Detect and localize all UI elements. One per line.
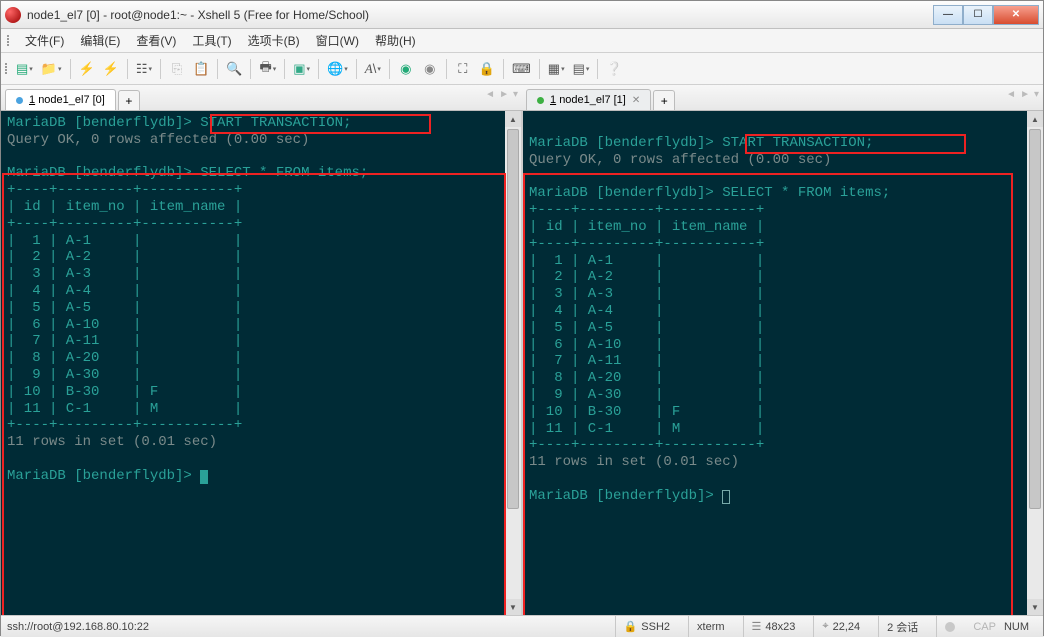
status-num: NUM (1004, 621, 1029, 633)
menu-edit[interactable]: 编辑(E) (72, 30, 128, 51)
lock-icon: 🔒 (624, 620, 638, 633)
app-icon (5, 7, 21, 23)
tile-icon[interactable]: ▦▾ (545, 58, 568, 80)
terminal-panes: MariaDB [benderflydb]> START TRANSACTION… (1, 111, 1043, 615)
status-indicators: CAP NUM (936, 616, 1037, 637)
lock-icon[interactable]: 🔒 (476, 58, 498, 80)
tab-close-icon[interactable]: ✕ (632, 95, 640, 106)
add-tab-button[interactable]: + (653, 90, 675, 110)
tab-next-icon[interactable]: ► (499, 89, 509, 100)
tab-label: 1 node1_el7 [0] (29, 94, 105, 106)
close-button[interactable] (993, 5, 1039, 25)
paste-icon[interactable]: 📋 (190, 58, 212, 80)
scrollbar[interactable]: ▲ ▼ (1027, 111, 1043, 615)
fullscreen-icon[interactable]: ⛶ (452, 58, 474, 80)
tab-status-dot-icon (537, 97, 544, 104)
menubar: 文件(F) 编辑(E) 查看(V) 工具(T) 选项卡(B) 窗口(W) 帮助(… (1, 29, 1043, 53)
status-sessions: 2 会话 (878, 616, 926, 637)
minimize-button[interactable] (933, 5, 963, 25)
menu-tool[interactable]: 工具(T) (184, 30, 239, 51)
scroll-down-icon[interactable]: ▼ (1027, 599, 1043, 615)
new-session-icon[interactable]: ▤▾ (13, 58, 36, 80)
tab-status-dot-icon (16, 97, 23, 104)
status-connection: ssh://root@192.168.80.10:22 (7, 621, 149, 633)
status-size: ☰ 48x23 (743, 616, 804, 637)
window-title: node1_el7 [0] - root@node1:~ - Xshell 5 … (27, 8, 933, 22)
copy-icon[interactable]: ⎘ (166, 58, 188, 80)
menu-view[interactable]: 查看(V) (128, 30, 184, 51)
tab-menu-icon[interactable]: ▾ (1034, 89, 1039, 100)
terminal-pane-left[interactable]: MariaDB [benderflydb]> START TRANSACTION… (1, 111, 523, 615)
scroll-thumb[interactable] (507, 129, 519, 509)
right-tabstrip: 1 node1_el7 [1] ✕ + ◄ ► ▾ (522, 85, 1043, 111)
status-pos: ⌖ 22,24 (813, 616, 868, 637)
cascade-icon[interactable]: ▤▾ (570, 58, 593, 80)
menubar-grip[interactable] (7, 35, 13, 46)
tab-prev-icon[interactable]: ◄ (1006, 89, 1016, 100)
tab-prev-icon[interactable]: ◄ (485, 89, 495, 100)
menu-file[interactable]: 文件(F) (17, 30, 72, 51)
xftp-icon[interactable]: ▣▾ (290, 58, 313, 80)
toolbar-grip[interactable] (5, 63, 7, 74)
status-cap: CAP (973, 621, 996, 633)
keyboard-icon[interactable]: ⌨ (509, 58, 534, 80)
tabstrip-row: 1 node1_el7 [0] + ◄ ► ▾ 1 node1_el7 [1] ✕ … (1, 85, 1043, 111)
globe-icon[interactable]: 🌐▾ (324, 58, 351, 80)
find-icon[interactable]: 🔍 (223, 58, 245, 80)
terminal-pane-right[interactable]: MariaDB [benderflydb]> START TRANSACTION… (523, 111, 1043, 615)
status-term: xterm (688, 616, 733, 637)
scroll-up-icon[interactable]: ▲ (1027, 111, 1043, 127)
properties-icon[interactable]: ☷▾ (133, 58, 155, 80)
tab-label: 1 node1_el7 [1] (550, 94, 626, 106)
scroll-down-icon[interactable]: ▼ (505, 599, 521, 615)
tab-left[interactable]: 1 node1_el7 [0] (5, 89, 116, 110)
status-ssh: 🔒SSH2 (615, 616, 678, 637)
scroll-thumb[interactable] (1029, 129, 1041, 509)
help-icon[interactable]: ❔ (603, 58, 625, 80)
titlebar: node1_el7 [0] - root@node1:~ - Xshell 5 … (1, 1, 1043, 29)
led-icon (945, 622, 955, 632)
window-buttons (933, 5, 1039, 25)
cursor-icon: ⌖ (822, 620, 828, 633)
open-session-icon[interactable]: 📁▾ (38, 58, 65, 80)
grid-icon: ☰ (752, 620, 762, 633)
maximize-button[interactable] (963, 5, 993, 25)
menu-tabs[interactable]: 选项卡(B) (240, 30, 308, 51)
statusbar: ssh://root@192.168.80.10:22 🔒SSH2 xterm … (1, 615, 1043, 637)
toolbar: ▤▾ 📁▾ ⚡ ⚡ ☷▾ ⎘ 📋 🔍 🖶▾ ▣▾ 🌐▾ A\▾ ◉ ◉ ⛶ 🔒 … (1, 53, 1043, 85)
scroll-up-icon[interactable]: ▲ (505, 111, 521, 127)
font-icon[interactable]: A\▾ (362, 58, 384, 80)
scrollbar[interactable]: ▲ ▼ (505, 111, 521, 615)
reconnect-icon[interactable]: ⚡ (76, 58, 98, 80)
menu-help[interactable]: 帮助(H) (367, 30, 424, 51)
add-tab-button[interactable]: + (118, 90, 140, 110)
left-tabstrip: 1 node1_el7 [0] + ◄ ► ▾ (1, 85, 522, 111)
tab-right[interactable]: 1 node1_el7 [1] ✕ (526, 89, 651, 110)
colorscheme-icon[interactable]: ◉ (395, 58, 417, 80)
tab-next-icon[interactable]: ► (1020, 89, 1030, 100)
menu-window[interactable]: 窗口(W) (308, 30, 367, 51)
disconnect-icon[interactable]: ⚡ (100, 58, 122, 80)
print-icon[interactable]: 🖶▾ (256, 58, 279, 80)
tab-menu-icon[interactable]: ▾ (513, 89, 518, 100)
colorscheme2-icon[interactable]: ◉ (419, 58, 441, 80)
